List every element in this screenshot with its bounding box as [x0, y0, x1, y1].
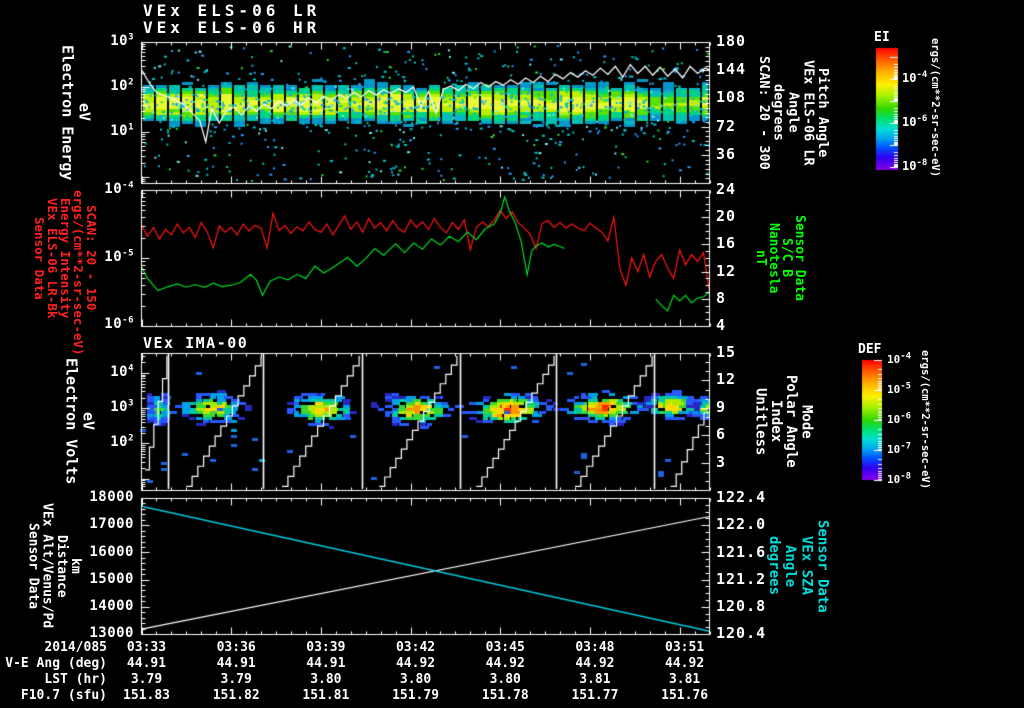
bottom-row-value: 03:36: [216, 640, 256, 655]
alt-left-axis-label: Sensor Data VEx Alt/Venus/Pd Distance km: [25, 498, 84, 634]
axis-label-line: Pitch Angle: [815, 67, 832, 158]
colorbar-ei-units: ergs/(cm**2-sr-sec-eV): [929, 38, 941, 178]
els-left-axis-label: Electron Energy eV: [58, 42, 93, 183]
bottom-row-label: 2014/085: [44, 640, 107, 655]
bottom-row-value: 44.91: [216, 656, 256, 671]
colorbar-def-tick-label: 10-6: [887, 411, 912, 426]
axis-label-line: SCAN: 20 - 300: [755, 55, 772, 170]
axis-label-line: Electron Volts: [62, 358, 81, 485]
axis-label-line: degrees: [770, 84, 787, 141]
bottom-row-value: 151.77: [571, 688, 619, 703]
sza-right-axis-label: Sensor Data VEx SZA Angle degrees: [766, 498, 830, 634]
axis-label-line: Distance: [53, 534, 69, 598]
colorbar-ei-tick-label: 10-6: [902, 114, 928, 129]
bottom-row-value: 03:33: [126, 640, 167, 655]
axis-label-line: eV: [79, 412, 98, 431]
bottom-row-value: 44.92: [395, 656, 436, 671]
colorbar-def-title: DEF: [858, 342, 882, 357]
axis-label-line: Sensor Data: [25, 522, 41, 610]
bottom-row-value: 03:42: [395, 640, 436, 655]
bottom-row-value: 03:48: [575, 640, 615, 655]
colorbar-ei-title: EI: [874, 30, 890, 45]
bottom-row-label: F10.7 (sfu): [20, 688, 107, 703]
bottom-row-value: 03:45: [485, 640, 525, 655]
colorbar-def-tick-label: 10-5: [887, 381, 912, 396]
bottom-row-label: LST (hr): [44, 672, 107, 687]
axis-label-line: Angle: [782, 544, 799, 588]
axis-label-line: VEx SZA: [798, 536, 815, 596]
bottom-row-value: 3.80: [399, 672, 432, 687]
colorbar-ei-tick-label: 10-4: [902, 70, 928, 85]
axis-label-line: S/C B: [779, 238, 794, 278]
axis-label-line: eV: [75, 103, 94, 122]
bfield-left-axis-label: Sensor Data VEx ELS-06 LR-Bk Energy Intens…: [32, 190, 99, 356]
axis-label-line: degrees: [766, 536, 783, 596]
axis-label-line: km: [68, 558, 84, 574]
els-title-line1: VEx ELS-06 LR: [143, 1, 321, 20]
axis-label-line: VEx ELS-06 LR: [800, 59, 817, 166]
bottom-row-value: 3.79: [220, 672, 252, 687]
colorbar-def-units: ergs/(cm**2-sr-sec-eV): [919, 350, 931, 490]
vex-multipanel-plot-page: VEx ELS-06 LR VEx ELS-06 HR VEx IMA-00 E…: [0, 0, 1024, 708]
colorbar-def-tick-label: 10-4: [887, 351, 912, 366]
colorbar-def-tick-label: 10-7: [887, 441, 912, 456]
bottom-row-value: 3.80: [310, 672, 342, 687]
bfield-right-axis-label: Sensor Data S/C B Nanotesla nT: [753, 190, 807, 326]
bottom-row-value: 03:39: [306, 640, 346, 655]
bottom-row-value: 3.79: [130, 672, 163, 687]
axis-label-line: Angle: [785, 92, 802, 133]
ima-title: VEx IMA-00: [143, 334, 249, 352]
bottom-row-value: 3.81: [579, 672, 611, 687]
axis-label-line: nT: [753, 250, 768, 266]
bottom-row-value: 3.81: [668, 672, 701, 687]
axis-label-line: Mode: [798, 404, 815, 439]
bottom-row-value: 151.79: [392, 688, 440, 703]
bottom-row-value: 151.82: [212, 688, 260, 703]
ima-left-axis-label: Electron Volts eV: [62, 353, 97, 490]
colorbar-ei-tick-label: 10-8: [902, 158, 928, 173]
ima-right-axis-label: Mode Polar Angle Index Unitless: [752, 353, 814, 490]
bottom-row-value: 03:51: [665, 640, 705, 655]
bottom-row-label: V-E Ang (deg): [5, 656, 107, 671]
axis-label-line: Unitless: [752, 387, 769, 456]
axis-label-line: VEx Alt/Venus/Pd: [39, 503, 55, 629]
els-title-line2: VEx ELS-06 HR: [143, 18, 321, 37]
bottom-row-value: 151.78: [481, 688, 529, 703]
bottom-row-value: 151.76: [661, 688, 709, 703]
bottom-row-value: 44.91: [126, 656, 167, 671]
axis-label-line: Nanotesla: [766, 222, 781, 294]
bottom-row-value: 151.83: [123, 688, 170, 703]
axis-label-line: Index: [767, 400, 784, 443]
axis-label-line: SCAN: 20 - 150: [84, 205, 99, 311]
bottom-row-value: 3.80: [489, 672, 521, 687]
axis-label-line: Sensor Data: [792, 214, 807, 302]
bottom-row-value: 44.91: [306, 656, 346, 671]
bottom-row-value: 44.92: [575, 656, 615, 671]
colorbar-def-tick-label: 10-8: [887, 471, 912, 486]
axis-label-line: Electron Energy: [58, 44, 77, 181]
axis-label-line: Sensor Data: [814, 519, 831, 613]
bottom-row-value: 44.92: [485, 656, 525, 671]
axis-label-line: Polar Angle: [783, 375, 800, 468]
bottom-row-value: 151.81: [302, 688, 350, 703]
els-right-axis-label: Pitch Angle VEx ELS-06 LR Angle degrees SCAN…: [755, 42, 832, 183]
bottom-row-value: 44.92: [665, 656, 705, 671]
